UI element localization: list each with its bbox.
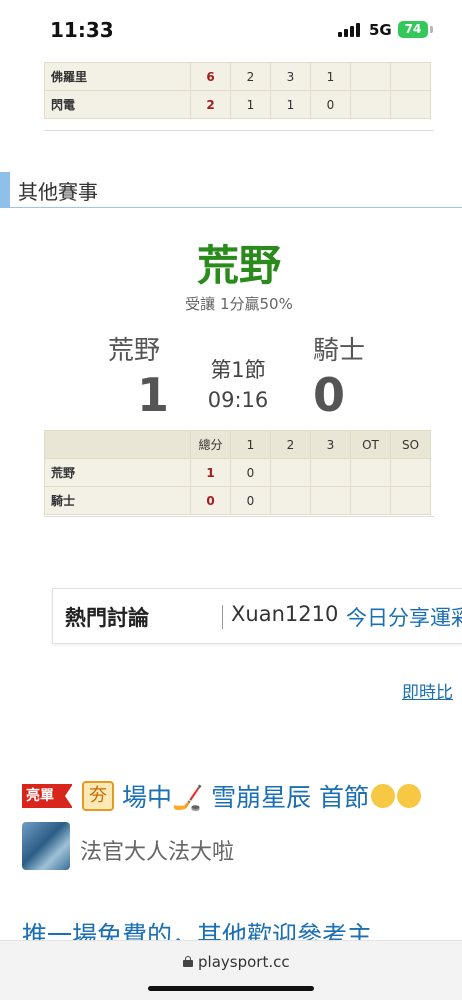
pick-team: 荒野 <box>196 241 281 290</box>
section-title: 其他賽事 <box>18 180 98 204</box>
period-score: 0 <box>230 458 271 487</box>
signal-icon <box>338 23 362 37</box>
table-row: 荒野 1 0 <box>44 458 431 487</box>
column-header: 2 <box>270 430 311 459</box>
hot-discussion-link[interactable]: 今日分享運彩場 <box>346 602 462 632</box>
ot-score <box>350 458 391 487</box>
ot-score <box>350 90 391 119</box>
ot-score <box>350 62 391 91</box>
hot-discussion-ticker[interactable]: 熱門討論 Xuan1210 今日分享運彩場 <box>52 588 462 644</box>
network-type: 5G <box>369 21 392 39</box>
home-score: 1 <box>137 368 170 422</box>
team-name: 騎士 <box>44 486 191 515</box>
column-header: 1 <box>230 430 271 459</box>
section-accent-bar <box>0 172 10 208</box>
status-bar: 11:33 5G 74 <box>0 0 462 56</box>
browser-url-bar[interactable]: playsport.cc <box>0 940 462 1000</box>
pick-line: 受讓 1分贏50% <box>185 295 293 313</box>
away-score: 0 <box>313 368 346 422</box>
sweat-smile-emoji-icon <box>397 784 422 808</box>
table-row: 閃電 2 1 1 0 <box>44 90 431 119</box>
period-score <box>310 458 351 487</box>
money-face-emoji-icon <box>371 784 396 808</box>
column-header: SO <box>390 430 431 459</box>
column-header <box>44 430 191 459</box>
divider <box>44 516 434 517</box>
so-score <box>390 458 431 487</box>
team-name: 荒野 <box>44 458 191 487</box>
team-name: 佛羅里 <box>44 62 191 91</box>
hot-discussion-label: 熱門討論 <box>65 606 149 630</box>
period-score: 1 <box>230 90 271 119</box>
table-header-row: 總分 1 2 3 OT SO <box>44 430 431 459</box>
total-score: 2 <box>190 90 231 119</box>
so-score <box>390 486 431 515</box>
url-text[interactable]: playsport.cc <box>198 953 290 971</box>
post-title-link[interactable]: 亮單夯場中🏒 雪崩星辰 首節 <box>22 778 422 814</box>
total-score: 0 <box>190 486 231 515</box>
game-period: 第1節 <box>210 358 266 382</box>
so-score <box>390 62 431 91</box>
home-team-name: 荒野 <box>108 336 161 366</box>
status-time: 11:33 <box>50 18 114 42</box>
author-avatar[interactable] <box>22 822 70 870</box>
period-score: 1 <box>310 62 351 91</box>
period-score <box>310 486 351 515</box>
divider <box>44 130 434 131</box>
previous-score-table: 佛羅里 6 2 3 1 閃電 2 1 1 0 <box>44 62 431 119</box>
period-score <box>270 486 311 515</box>
period-score: 0 <box>230 486 271 515</box>
column-header: 總分 <box>190 430 231 459</box>
battery-tip <box>430 26 433 33</box>
separator <box>222 605 223 629</box>
table-row: 佛羅里 6 2 3 1 <box>44 62 431 91</box>
total-score: 1 <box>190 458 231 487</box>
game-clock: 09:16 <box>207 388 269 412</box>
so-score <box>390 90 431 119</box>
lock-icon <box>183 956 193 967</box>
post-title[interactable]: 場中🏒 雪崩星辰 首節 <box>122 783 369 812</box>
highlight-badge: 亮單 <box>22 784 73 808</box>
table-row: 騎士 0 0 <box>44 486 431 515</box>
period-score: 1 <box>270 90 311 119</box>
section-header: 其他賽事 <box>0 172 462 208</box>
away-team-name: 騎士 <box>313 336 366 366</box>
author-name[interactable]: 法官大人法大啦 <box>80 834 234 866</box>
total-score: 6 <box>190 62 231 91</box>
game-score-table: 總分 1 2 3 OT SO 荒野 1 0 騎士 0 0 <box>44 430 431 515</box>
hot-discussion-user[interactable]: Xuan1210 <box>231 602 338 626</box>
period-score: 0 <box>310 90 351 119</box>
hot-bet-badge: 夯 <box>82 781 114 811</box>
column-header: OT <box>350 430 391 459</box>
home-indicator[interactable] <box>148 986 314 991</box>
ot-score <box>350 486 391 515</box>
period-score <box>270 458 311 487</box>
battery-icon: 74 <box>398 21 428 38</box>
period-score: 3 <box>270 62 311 91</box>
team-name: 閃電 <box>44 90 191 119</box>
period-score: 2 <box>230 62 271 91</box>
live-score-link[interactable]: 即時比 <box>402 678 453 703</box>
column-header: 3 <box>310 430 351 459</box>
